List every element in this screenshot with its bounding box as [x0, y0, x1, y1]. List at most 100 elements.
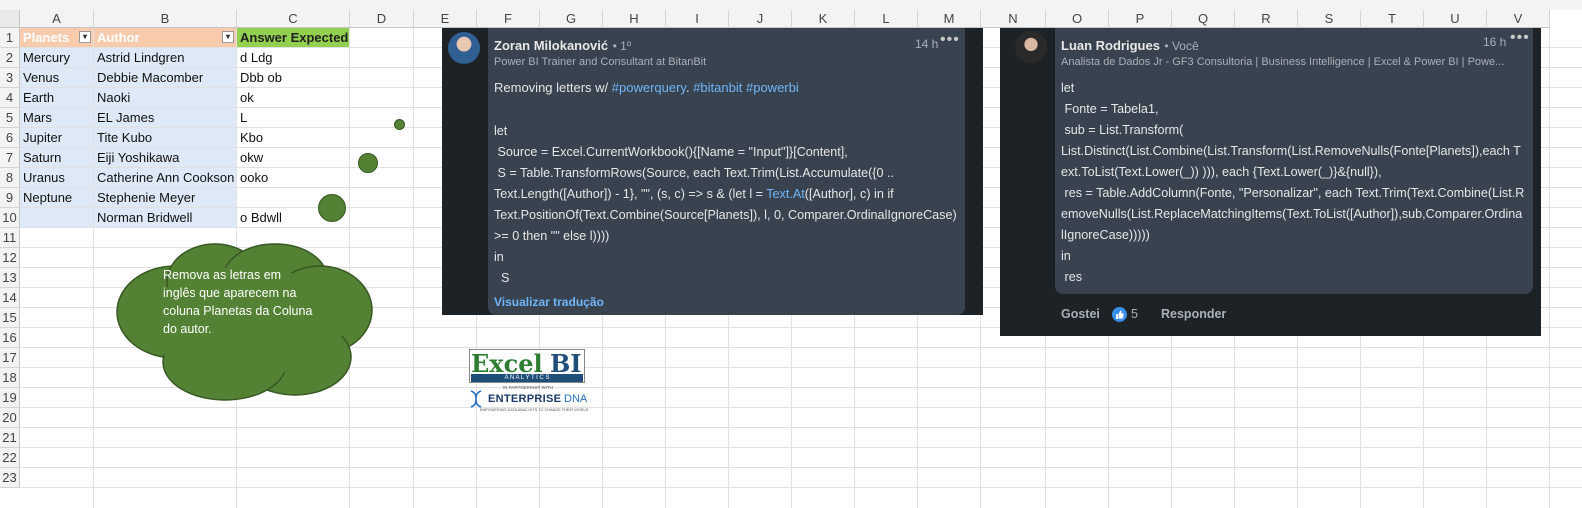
column-header-q[interactable]: Q	[1172, 10, 1235, 28]
commenter-headline: Power BI Trainer and Consultant at Bitan…	[494, 56, 707, 68]
connection-degree: • 1º	[612, 39, 632, 53]
cell-planet[interactable]: Uranus	[20, 168, 94, 188]
row-header-12[interactable]: 12	[0, 248, 20, 268]
filter-dropdown-icon[interactable]: ▾	[79, 31, 91, 43]
comment-card-luan: Luan Rodrigues • Você 16 h ••• Analista …	[1000, 28, 1541, 336]
cell-answer[interactable]: Dbb ob	[237, 68, 350, 88]
column-header-a[interactable]: A	[20, 10, 94, 28]
column-header-g[interactable]: G	[540, 10, 603, 28]
column-header-f[interactable]: F	[477, 10, 540, 28]
cell-author[interactable]: Naoki	[94, 88, 237, 108]
header-author[interactable]: Author ▾	[94, 28, 237, 48]
cloud-tail-dot-small	[394, 119, 405, 130]
commenter-name[interactable]: Zoran Milokanović	[494, 38, 608, 53]
header-planets[interactable]: Planets ▾	[20, 28, 94, 48]
row-header-11[interactable]: 11	[0, 228, 20, 248]
like-button[interactable]: Gostei	[1061, 307, 1100, 321]
row-header-13[interactable]: 13	[0, 268, 20, 288]
row-header-5[interactable]: 5	[0, 108, 20, 128]
row-header-20[interactable]: 20	[0, 408, 20, 428]
column-header-r[interactable]: R	[1235, 10, 1298, 28]
cell-author[interactable]: Catherine Ann Cookson	[94, 168, 237, 188]
ribbon-edge	[0, 0, 1582, 10]
row-header-18[interactable]: 18	[0, 368, 20, 388]
text-at-link[interactable]: Text.At	[766, 187, 805, 201]
cell-author[interactable]: Debbie Macomber	[94, 68, 237, 88]
more-horizontal-icon[interactable]: •••	[1510, 29, 1530, 47]
row-header-22[interactable]: 22	[0, 448, 20, 468]
row-header-10[interactable]: 10	[0, 208, 20, 228]
cell-planet[interactable]: Mars	[20, 108, 94, 128]
column-header-b[interactable]: B	[94, 10, 237, 28]
column-header-m[interactable]: M	[918, 10, 981, 28]
row-header-1[interactable]: 1	[0, 28, 20, 48]
cell-author[interactable]: Eiji Yoshikawa	[94, 148, 237, 168]
hashtag-powerbi[interactable]: #powerbi	[746, 80, 799, 95]
column-header-v[interactable]: V	[1487, 10, 1550, 28]
column-header-u[interactable]: U	[1424, 10, 1487, 28]
column-header-k[interactable]: K	[792, 10, 855, 28]
translate-link[interactable]: Visualizar tradução	[494, 295, 604, 309]
cell-author[interactable]: Astrid Lindgren	[94, 48, 237, 68]
select-all-corner[interactable]	[0, 10, 20, 28]
cell-author[interactable]: EL James	[94, 108, 237, 128]
cell-planet[interactable]: Jupiter	[20, 128, 94, 148]
row-header-23[interactable]: 23	[0, 468, 20, 488]
header-answer-expected[interactable]: Answer Expected	[237, 28, 350, 48]
more-horizontal-icon[interactable]: •••	[940, 31, 960, 49]
column-header-s[interactable]: S	[1298, 10, 1361, 28]
hashtag-powerquery[interactable]: #powerquery	[612, 80, 686, 95]
logo-box: Excel BI A N A L Y T I C S	[469, 349, 585, 383]
cell-answer[interactable]: ooko	[237, 168, 350, 188]
cloud-callout[interactable]: Remova as letras em inglês que aparecem …	[115, 242, 375, 402]
row-header-4[interactable]: 4	[0, 88, 20, 108]
column-header-p[interactable]: P	[1109, 10, 1172, 28]
row-header-19[interactable]: 19	[0, 388, 20, 408]
column-header-e[interactable]: E	[414, 10, 477, 28]
column-header-l[interactable]: L	[855, 10, 918, 28]
reply-button[interactable]: Responder	[1161, 307, 1226, 321]
cell-planet[interactable]: Mercury	[20, 48, 94, 68]
row-header-6[interactable]: 6	[0, 128, 20, 148]
avatar[interactable]	[1015, 31, 1047, 63]
column-header-h[interactable]: H	[603, 10, 666, 28]
column-header-o[interactable]: O	[1046, 10, 1109, 28]
hashtag-bitanbit[interactable]: #bitanbit	[693, 80, 742, 95]
logo-enterprise: ENTERPRISE	[488, 393, 562, 405]
cell-author[interactable]: Tite Kubo	[94, 128, 237, 148]
cell-planet[interactable]	[20, 208, 94, 228]
column-header-j[interactable]: J	[729, 10, 792, 28]
column-header-t[interactable]: T	[1361, 10, 1424, 28]
filter-dropdown-icon[interactable]: ▾	[222, 31, 234, 43]
cell-planet[interactable]: Saturn	[20, 148, 94, 168]
row-header-2[interactable]: 2	[0, 48, 20, 68]
row-header-17[interactable]: 17	[0, 348, 20, 368]
row-header-16[interactable]: 16	[0, 328, 20, 348]
cell-author[interactable]: Norman Bridwell	[94, 208, 237, 228]
cell-planet[interactable]: Earth	[20, 88, 94, 108]
avatar[interactable]	[448, 32, 480, 64]
gridline-horizontal	[20, 427, 1582, 428]
row-header-7[interactable]: 7	[0, 148, 20, 168]
row-header-15[interactable]: 15	[0, 308, 20, 328]
cell-planet[interactable]: Venus	[20, 68, 94, 88]
gridline-vertical	[1549, 28, 1550, 508]
row-header-9[interactable]: 9	[0, 188, 20, 208]
row-header-21[interactable]: 21	[0, 428, 20, 448]
cell-answer[interactable]: d Ldg	[237, 48, 350, 68]
cell-answer[interactable]: ok	[237, 88, 350, 108]
cell-author[interactable]: Stephenie Meyer	[94, 188, 237, 208]
row-header-14[interactable]: 14	[0, 288, 20, 308]
column-header-d[interactable]: D	[350, 10, 414, 28]
cell-planet[interactable]: Neptune	[20, 188, 94, 208]
thumbs-up-icon	[1112, 307, 1127, 322]
column-header-i[interactable]: I	[666, 10, 729, 28]
cell-answer[interactable]: okw	[237, 148, 350, 168]
row-header-3[interactable]: 3	[0, 68, 20, 88]
commenter-name[interactable]: Luan Rodrigues	[1061, 38, 1160, 53]
column-header-n[interactable]: N	[981, 10, 1046, 28]
column-header-c[interactable]: C	[237, 10, 350, 28]
cell-answer[interactable]: Kbo	[237, 128, 350, 148]
cell-answer[interactable]: L	[237, 108, 350, 128]
row-header-8[interactable]: 8	[0, 168, 20, 188]
